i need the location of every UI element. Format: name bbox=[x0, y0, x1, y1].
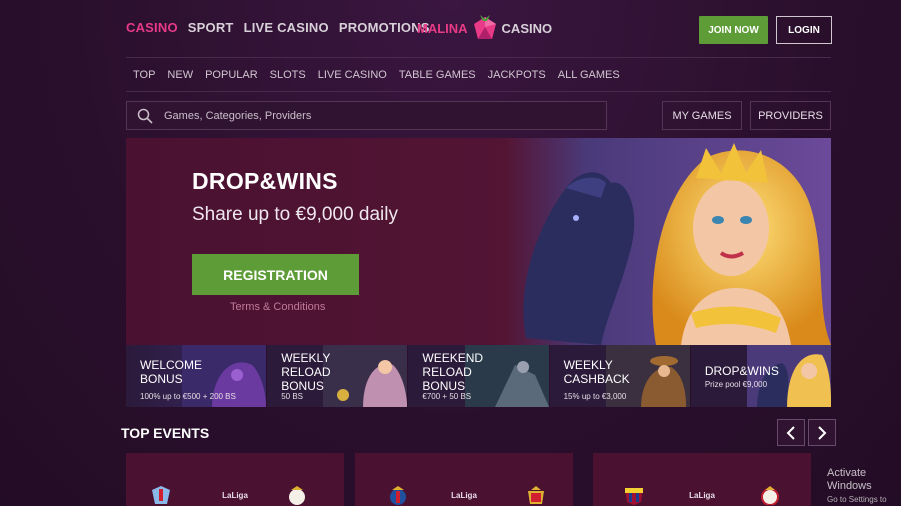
promo-tile-drop-wins[interactable]: DROP&WINS Prize pool €9,000 bbox=[690, 345, 832, 407]
league-label: LaLiga bbox=[451, 491, 477, 500]
team-crest-icon bbox=[152, 486, 170, 504]
search-bar bbox=[126, 101, 607, 130]
events-prev-button[interactable] bbox=[777, 419, 805, 446]
promo-tile-weekend-reload[interactable]: WEEKEND RELOAD BONUS €700 + 50 BS bbox=[408, 345, 549, 407]
nav-sport[interactable]: SPORT bbox=[188, 20, 234, 35]
league-label: LaLiga bbox=[689, 491, 715, 500]
nav-casino[interactable]: CASINO bbox=[126, 20, 178, 35]
chevron-left-icon bbox=[786, 425, 795, 440]
my-games-button[interactable]: MY GAMES bbox=[662, 101, 742, 130]
promo-subtitle: Prize pool €9,000 bbox=[704, 380, 768, 389]
team-crest-icon bbox=[390, 486, 406, 505]
join-now-button[interactable]: JOIN NOW bbox=[699, 16, 768, 44]
promo-subtitle: 15% up to €3,000 bbox=[563, 392, 627, 401]
watermark-subtitle: Go to Settings to activate Windows. bbox=[827, 495, 887, 504]
team-crest-icon bbox=[761, 486, 779, 505]
watermark-title: Activate Windows bbox=[827, 467, 872, 492]
divider bbox=[126, 91, 831, 92]
promo-tiles: WELCOME BONUS 100% up to €500 + 200 BS W… bbox=[126, 345, 832, 407]
event-card[interactable]: LaLiga bbox=[126, 453, 344, 506]
category-jackpots[interactable]: JACKPOTS bbox=[488, 69, 546, 81]
terms-link[interactable]: Terms & Conditions bbox=[230, 301, 325, 313]
top-events-heading: TOP EVENTS bbox=[121, 425, 210, 441]
promo-subtitle: €700 + 50 BS bbox=[422, 392, 472, 401]
event-card[interactable]: LaLiga bbox=[355, 453, 573, 506]
category-table-games[interactable]: TABLE GAMES bbox=[399, 69, 476, 81]
team-crest-icon bbox=[289, 486, 305, 505]
promo-subtitle: 50 BS bbox=[281, 392, 303, 401]
hero-artwork-image bbox=[506, 138, 831, 345]
promo-title: WELCOME BONUS bbox=[140, 358, 203, 386]
windows-activation-watermark: Activate Windows Go to Settings to activ… bbox=[827, 467, 901, 506]
logo-text-casino: CASINO bbox=[501, 20, 553, 36]
promo-tile-weekly-reload[interactable]: WEEKLY RELOAD BONUS 50 BS bbox=[267, 345, 408, 407]
logo[interactable]: MALINA CASINO bbox=[417, 12, 552, 44]
category-popular[interactable]: POPULAR bbox=[205, 69, 258, 81]
promo-tile-weekly-cashback[interactable]: WEEKLY CASHBACK 15% up to €3,000 bbox=[549, 345, 690, 407]
raspberry-logo-icon bbox=[473, 15, 496, 39]
promo-title: WEEKEND RELOAD BONUS bbox=[422, 351, 484, 393]
team-crest-icon bbox=[625, 488, 643, 505]
events-next-button[interactable] bbox=[808, 419, 836, 446]
promo-subtitle: 100% up to €500 + 200 BS bbox=[140, 392, 236, 401]
category-all-games[interactable]: ALL GAMES bbox=[558, 69, 620, 81]
category-live-casino[interactable]: LIVE CASINO bbox=[318, 69, 387, 81]
chevron-right-icon bbox=[818, 425, 827, 440]
page: CASINO SPORT LIVE CASINO PROMOTIONS MALI… bbox=[0, 0, 901, 506]
league-label: LaLiga bbox=[222, 491, 248, 500]
category-slots[interactable]: SLOTS bbox=[270, 69, 306, 81]
category-new[interactable]: NEW bbox=[167, 69, 193, 81]
search-input[interactable] bbox=[164, 109, 564, 122]
promo-tile-image bbox=[323, 345, 408, 407]
promo-title: WEEKLY RELOAD BONUS bbox=[281, 351, 331, 393]
hero-banner: DROP&WINS Share up to €9,000 daily REGIS… bbox=[126, 138, 831, 345]
category-nav: TOP NEW POPULAR SLOTS LIVE CASINO TABLE … bbox=[133, 69, 620, 81]
promo-title: DROP&WINS bbox=[704, 364, 779, 378]
promo-tile-welcome[interactable]: WELCOME BONUS 100% up to €500 + 200 BS bbox=[126, 345, 267, 407]
providers-button[interactable]: PROVIDERS bbox=[750, 101, 831, 130]
top-nav: CASINO SPORT LIVE CASINO PROMOTIONS bbox=[126, 20, 430, 35]
nav-live-casino[interactable]: LIVE CASINO bbox=[244, 20, 329, 35]
registration-button[interactable]: REGISTRATION bbox=[192, 254, 359, 295]
logo-text-malina: MALINA bbox=[417, 20, 468, 36]
promo-title: WEEKLY CASHBACK bbox=[563, 358, 630, 386]
search-icon bbox=[137, 108, 153, 124]
login-button[interactable]: LOGIN bbox=[776, 16, 832, 44]
team-crest-icon bbox=[528, 486, 544, 504]
event-card[interactable]: LaLiga bbox=[593, 453, 811, 506]
category-top[interactable]: TOP bbox=[133, 69, 155, 81]
divider bbox=[126, 57, 831, 58]
